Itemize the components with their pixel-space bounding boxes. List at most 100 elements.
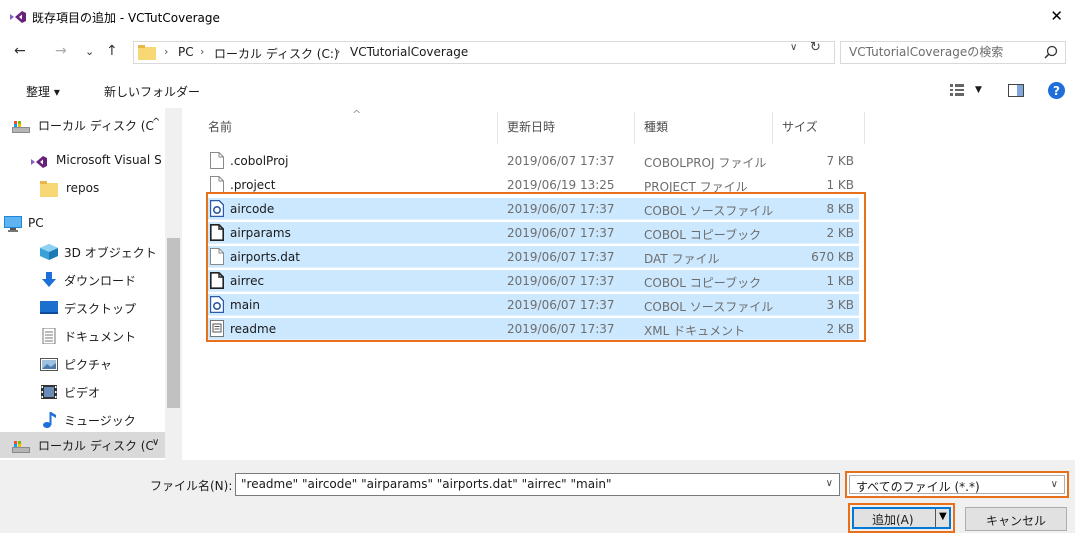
address-row: ← → ⌄ ↑ › PC › ローカル ディスク (C:) › VCTutori… <box>0 38 1075 68</box>
file-type: XML ドキュメント <box>644 324 746 338</box>
column-header-type[interactable]: 種類 <box>644 118 668 135</box>
file-name: airrec <box>230 274 265 288</box>
file-row-airrec[interactable]: airrec 2019/06/07 17:37 COBOL コピーブック 1 KB <box>207 270 859 292</box>
help-icon[interactable]: ? <box>1048 82 1065 99</box>
music-icon <box>43 412 56 428</box>
chevron-down-icon[interactable]: ∨ <box>790 42 797 53</box>
documents-icon <box>42 328 56 344</box>
file-size: 670 KB <box>811 250 854 264</box>
chevron-up-icon: ^ <box>152 117 161 128</box>
sidebar-item-label: ローカル ディスク (C <box>38 439 154 453</box>
file-type: DAT ファイル <box>644 252 720 266</box>
address-bar[interactable]: › PC › ローカル ディスク (C:) › VCTutorialCovera… <box>133 41 835 64</box>
cobol-source-icon <box>209 199 225 218</box>
sidebar-item-repos[interactable]: repos <box>0 176 165 202</box>
up-button[interactable]: ↑ <box>106 43 118 59</box>
window-title: 既存項目の追加 - VCTutCoverage <box>32 11 220 25</box>
filename-input[interactable] <box>241 477 811 491</box>
scrollbar-thumb[interactable] <box>167 238 180 408</box>
split-divider <box>935 509 936 527</box>
svg-text:?: ? <box>1053 84 1060 98</box>
preview-pane-icon[interactable] <box>1008 84 1024 97</box>
search-icon[interactable] <box>1044 45 1058 59</box>
sidebar-item-label: デスクトップ <box>64 302 137 316</box>
file-size: 2 KB <box>826 322 854 336</box>
navigation-scrollbar[interactable] <box>165 108 182 460</box>
filename-label: ファイル名(N): <box>150 479 233 493</box>
recent-locations-button[interactable]: ⌄ <box>85 45 94 58</box>
cobol-copybook-icon <box>210 272 224 289</box>
3d-objects-icon <box>40 244 58 260</box>
sidebar-item-local-disk[interactable]: ローカル ディスク (C ∨ <box>0 432 165 458</box>
navigation-pane: ローカル ディスク (C ^ Microsoft Visual S repos … <box>0 108 182 460</box>
file-type: PROJECT ファイル <box>644 180 748 194</box>
cancel-button-label: キャンセル <box>985 514 1046 528</box>
sidebar-item-documents[interactable]: ドキュメント <box>0 323 165 349</box>
search-input[interactable] <box>849 45 1029 59</box>
file-row-main[interactable]: main 2019/06/07 17:37 COBOL ソースファイル 3 KB <box>207 294 859 316</box>
new-folder-button[interactable]: 新しいフォルダー <box>104 83 200 100</box>
sidebar-item-3d-objects[interactable]: 3D オブジェクト <box>0 239 165 265</box>
file-date-modified: 2019/06/07 17:37 <box>507 298 615 312</box>
file-type: COBOL ソースファイル <box>644 300 774 314</box>
sidebar-item-label: ピクチャ <box>64 358 112 372</box>
column-header-date[interactable]: 更新日時 <box>507 118 555 135</box>
close-icon[interactable]: ✕ <box>1050 7 1063 25</box>
pictures-icon <box>40 358 58 371</box>
download-icon <box>42 272 56 287</box>
organize-button[interactable]: 整理 ▾ <box>26 83 60 100</box>
column-divider[interactable] <box>497 112 498 144</box>
sort-ascending-icon: ^ <box>352 108 362 121</box>
sidebar-item-videos[interactable]: ビデオ <box>0 379 165 405</box>
search-box[interactable] <box>840 41 1066 64</box>
column-header-name[interactable]: 名前 <box>208 118 232 135</box>
file-list: ^ 名前 更新日時 種類 サイズ .cobolProj 2019/06/07 17… <box>197 108 1075 460</box>
sidebar-item-desktop[interactable]: デスクトップ <box>0 295 165 321</box>
file-type-value: すべてのファイル (*.*) <box>856 480 980 494</box>
file-name: main <box>230 298 260 312</box>
sidebar-item-music[interactable]: ミュージック <box>0 407 165 433</box>
sidebar-item-local-disk-top[interactable]: ローカル ディスク (C ^ <box>0 112 165 138</box>
column-divider[interactable] <box>864 112 865 144</box>
refresh-icon[interactable]: ↻ <box>810 40 821 55</box>
file-row-airports-dat[interactable]: airports.dat 2019/06/07 17:37 DAT ファイル 670 … <box>207 246 859 268</box>
breadcrumb-local-disk[interactable]: ローカル ディスク (C:) <box>214 45 339 62</box>
add-button[interactable]: 追加(A) ▼ <box>848 503 955 533</box>
view-options-icon[interactable] <box>950 84 964 96</box>
cancel-button[interactable]: キャンセル <box>965 507 1067 531</box>
file-name: airparams <box>230 226 291 240</box>
file-type: COBOL コピーブック <box>644 276 762 290</box>
desktop-icon <box>40 301 58 314</box>
sidebar-item-downloads[interactable]: ダウンロード <box>0 267 165 293</box>
sidebar-item-label: ドキュメント <box>64 330 137 344</box>
dialog-footer: ファイル名(N): ∨ すべてのファイル (*.*) ∨ 追加(A) ▼ キャン… <box>0 460 1075 533</box>
file-row-project[interactable]: .project 2019/06/19 13:25 PROJECT ファイル 1 KB <box>207 174 859 196</box>
generic-file-icon <box>210 152 224 169</box>
sidebar-item-pc[interactable]: PC <box>0 211 165 237</box>
add-options-dropdown-icon[interactable]: ▼ <box>939 511 947 522</box>
file-row-readme[interactable]: readme 2019/06/07 17:37 XML ドキュメント 2 KB <box>207 318 859 340</box>
column-divider[interactable] <box>634 112 635 144</box>
column-header-size[interactable]: サイズ <box>782 118 818 135</box>
drive-icon <box>12 441 30 453</box>
file-row-cobolproj[interactable]: .cobolProj 2019/06/07 17:37 COBOLPROJ ファイル… <box>207 150 859 172</box>
column-divider[interactable] <box>772 112 773 144</box>
sidebar-item-label: PC <box>28 216 44 230</box>
back-button[interactable]: ← <box>14 43 26 59</box>
forward-button[interactable]: → <box>55 43 67 59</box>
breadcrumb-pc[interactable]: PC <box>178 45 194 59</box>
sidebar-item-microsoft-visual-studio[interactable]: Microsoft Visual S <box>0 148 165 174</box>
generic-file-icon <box>210 248 224 265</box>
file-row-airparams[interactable]: airparams 2019/06/07 17:37 COBOL コピーブック 2 K… <box>207 222 859 244</box>
sidebar-item-pictures[interactable]: ピクチャ <box>0 351 165 377</box>
command-bar: 整理 ▾ 新しいフォルダー ▼ ? <box>0 76 1075 106</box>
breadcrumb-vctutorialcoverage[interactable]: VCTutorialCoverage <box>350 45 468 59</box>
file-date-modified: 2019/06/07 17:37 <box>507 226 615 240</box>
chevron-down-icon[interactable]: ∨ <box>826 478 833 489</box>
file-row-aircode[interactable]: aircode 2019/06/07 17:37 COBOL ソースファイル 8 KB <box>207 198 859 220</box>
filename-field[interactable]: ∨ <box>235 473 840 496</box>
file-type-filter[interactable]: すべてのファイル (*.*) ∨ <box>845 471 1069 498</box>
view-dropdown-icon[interactable]: ▼ <box>975 85 982 95</box>
drive-icon <box>12 121 30 133</box>
pc-icon <box>4 216 22 232</box>
